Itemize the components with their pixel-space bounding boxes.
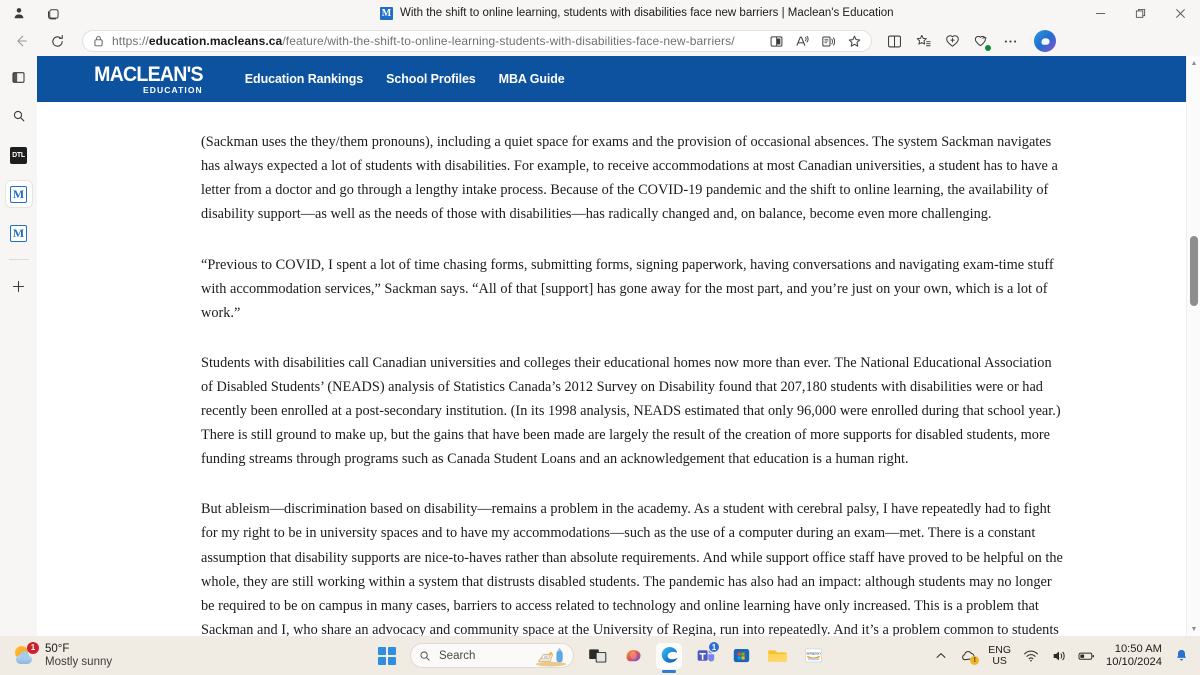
edge-sidebar: DTL M M <box>0 56 37 636</box>
profile-icon[interactable] <box>10 4 28 22</box>
lock-icon <box>91 34 105 48</box>
favorites-icon[interactable] <box>914 32 933 51</box>
tab-actions-icon[interactable] <box>6 64 32 90</box>
immersive-reader-icon[interactable] <box>820 33 837 50</box>
copilot-icon[interactable] <box>1034 30 1056 52</box>
battery-icon[interactable] <box>1078 647 1095 664</box>
file-explorer-icon[interactable] <box>764 643 790 669</box>
onedrive-icon[interactable]: ! <box>960 647 980 665</box>
amazon-icon[interactable]: amazon <box>800 643 826 669</box>
shopping-icon[interactable] <box>972 32 992 52</box>
weather-notification-badge: 1 <box>27 641 39 654</box>
teams-icon[interactable]: 1 <box>692 640 720 669</box>
read-aloud-icon[interactable] <box>794 33 811 50</box>
windows-logo-icon <box>378 646 396 665</box>
titlebar: M With the shift to online learning, stu… <box>0 0 1200 26</box>
address-bar[interactable]: https://education.macleans.ca/feature/wi… <box>82 30 872 52</box>
browser-chrome: M With the shift to online learning, stu… <box>0 0 1200 56</box>
nav-school-profiles[interactable]: School Profiles <box>386 72 476 86</box>
copilot-icon[interactable] <box>620 643 646 669</box>
taskbar: 1 50°F Mostly sunny Search 1 amazon ! EN… <box>0 636 1200 675</box>
search-icon[interactable] <box>6 103 32 129</box>
scroll-down-arrow[interactable]: ▼ <box>1187 622 1200 636</box>
add-sidebar-app-button[interactable] <box>6 273 32 299</box>
bell-icon[interactable] <box>1173 647 1190 664</box>
article-paragraph: “Previous to COVID, I spent a lot of tim… <box>201 256 1054 321</box>
nav-education-rankings[interactable]: Education Rankings <box>245 72 363 86</box>
teams-badge: 1 <box>708 640 720 653</box>
dtl-app-icon[interactable]: DTL <box>6 142 32 168</box>
weather-icon: 1 <box>14 641 39 667</box>
shopping-status-dot <box>984 43 992 52</box>
edge-icon[interactable] <box>656 642 682 669</box>
volume-icon[interactable] <box>1050 647 1067 664</box>
close-button[interactable] <box>1160 0 1200 26</box>
tab-favicon-icon: M <box>380 6 393 20</box>
browser-toolbar-icons <box>885 30 1056 52</box>
task-view-icon[interactable] <box>584 643 610 669</box>
page-viewport: MACLEAN'S EDUCATION Education Rankings S… <box>37 56 1200 636</box>
microsoft-store-icon[interactable] <box>728 643 754 669</box>
article-body: while Sackman is a University of Regina … <box>37 56 1186 636</box>
system-tray: ! ENG US 10:50 AM 10/10/2024 <box>932 643 1190 669</box>
collections-icon[interactable] <box>885 32 904 51</box>
weather-temperature: 50°F <box>45 642 70 655</box>
article-paragraph: But ableism—discrimination based on disa… <box>201 501 1063 636</box>
dtl-app-label: DTL <box>10 146 27 164</box>
brand-name: MACLEAN'S <box>94 62 203 86</box>
macleans-logo[interactable]: MACLEAN'S EDUCATION <box>86 64 203 95</box>
site-header: MACLEAN'S EDUCATION Education Rankings S… <box>37 56 1186 102</box>
tab-title: With the shift to online learning, stude… <box>400 7 894 19</box>
clock[interactable]: 10:50 AM 10/10/2024 <box>1106 643 1162 669</box>
settings-more-icon[interactable] <box>1001 32 1020 51</box>
site-navigation: Education Rankings School Profiles MBA G… <box>245 72 565 86</box>
search-placeholder: Search <box>439 649 476 662</box>
start-button[interactable] <box>374 643 400 669</box>
omnibox-icons <box>760 33 863 50</box>
titlebar-left-icons <box>10 0 62 26</box>
url-text: https://education.macleans.ca/feature/wi… <box>112 34 735 48</box>
language-line1: ENG <box>988 643 1011 656</box>
clock-date: 10/10/2024 <box>1106 655 1162 668</box>
weather-text: 50°F Mostly sunny <box>45 643 112 669</box>
page-scrollbar[interactable]: ▲ ▼ <box>1186 56 1200 636</box>
split-screen-icon[interactable] <box>768 33 785 50</box>
macleans-app-icon-selected[interactable]: M <box>5 181 32 207</box>
scroll-up-arrow[interactable]: ▲ <box>1187 56 1200 70</box>
onedrive-warning-badge: ! <box>970 656 980 665</box>
wifi-icon[interactable] <box>1022 647 1039 664</box>
active-tab[interactable]: M With the shift to online learning, stu… <box>380 0 894 26</box>
browser-window: M With the shift to online learning, stu… <box>0 0 1200 675</box>
search-input[interactable]: Search <box>410 643 574 668</box>
minimize-button[interactable] <box>1080 0 1120 26</box>
svg-text:amazon: amazon <box>806 651 820 656</box>
nav-mba-guide[interactable]: MBA Guide <box>499 72 565 86</box>
browser-essentials-icon[interactable] <box>943 32 962 51</box>
tab-collections-icon[interactable] <box>44 4 62 22</box>
add-favorite-icon[interactable] <box>846 33 863 50</box>
brand-subtitle: EDUCATION <box>143 84 203 95</box>
macleans-app-icon[interactable]: M <box>6 220 32 246</box>
navigation-bar: https://education.macleans.ca/feature/wi… <box>0 26 1200 56</box>
macleans-letter-selected: M <box>10 185 27 203</box>
taskbar-center: Search 1 amazon <box>374 640 826 669</box>
search-illustration-icon <box>533 645 569 667</box>
weather-widget[interactable]: 1 50°F Mostly sunny <box>14 641 112 669</box>
language-line2: US <box>992 654 1007 667</box>
macleans-letter: M <box>10 224 27 242</box>
article-paragraph: Students with disabilities call Canadian… <box>201 354 1061 468</box>
weather-condition: Mostly sunny <box>45 655 113 668</box>
restore-button[interactable] <box>1120 0 1160 26</box>
window-controls <box>1080 0 1200 26</box>
show-hidden-icons-chevron[interactable] <box>932 647 949 664</box>
back-arrow-icon[interactable] <box>6 28 36 54</box>
language-indicator[interactable]: ENG US <box>988 643 1011 667</box>
search-icon <box>419 650 431 662</box>
article-paragraph: (Sackman uses the they/them pronouns), i… <box>201 134 1058 223</box>
refresh-icon[interactable] <box>42 28 72 54</box>
scrollbar-thumb[interactable] <box>1190 236 1198 306</box>
sidebar-divider <box>8 259 29 260</box>
clock-time: 10:50 AM <box>1114 642 1162 655</box>
